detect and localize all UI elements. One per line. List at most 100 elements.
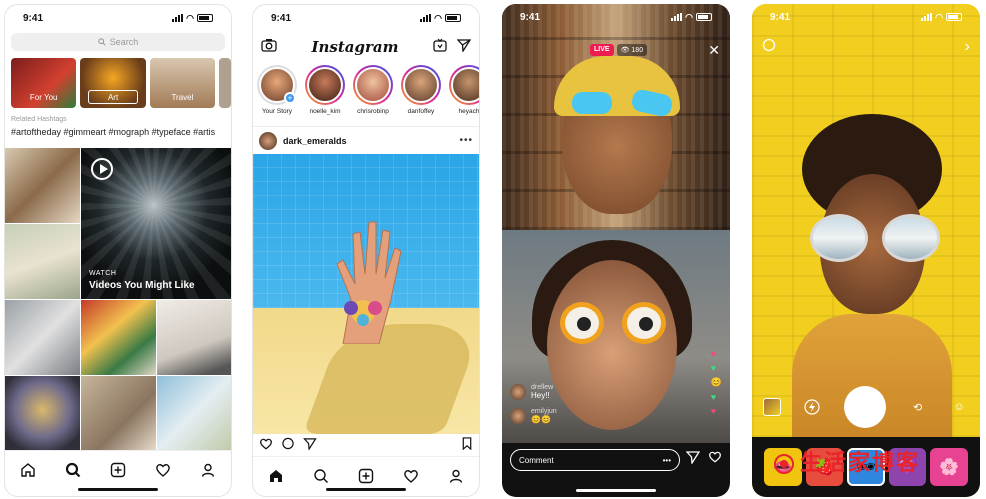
play-icon[interactable]	[91, 158, 113, 180]
grid-tile[interactable]	[157, 376, 231, 451]
more-options-icon[interactable]: •••	[663, 456, 671, 465]
settings-icon[interactable]	[762, 38, 776, 57]
wifi-icon: ◠	[434, 12, 442, 23]
grid-tile[interactable]	[5, 376, 80, 451]
status-time: 9:41	[23, 12, 44, 24]
face-filter-icon[interactable]: ☺	[949, 397, 969, 417]
story-your-story[interactable]: + Your Story	[257, 65, 297, 115]
story-item[interactable]: chrisrobinp	[353, 65, 393, 115]
grid-tile[interactable]	[5, 148, 80, 223]
post-username[interactable]: dark_emeralds	[283, 136, 453, 146]
gallery-thumbnail[interactable]	[762, 398, 781, 416]
instagram-logo: Instagram	[311, 38, 399, 56]
feed-header: Instagram	[253, 33, 479, 61]
signal-icon	[172, 14, 184, 22]
camera-icon[interactable]	[261, 38, 277, 57]
feed-screen: 9:41 ◠ Instagram + Your Story noelle_kim…	[252, 4, 480, 497]
category-more[interactable]	[219, 58, 231, 108]
heart-icon[interactable]	[708, 450, 722, 469]
status-time: 9:41	[770, 11, 791, 23]
explore-screen: 9:41 ◠ Search For You Art Travel Related…	[4, 4, 232, 497]
more-options-icon[interactable]: •••	[459, 135, 473, 146]
wifi-icon: ◠	[186, 12, 194, 23]
list-item: drellew Hey!!	[510, 384, 557, 400]
video-title: Videos You Might Like	[89, 280, 195, 291]
video-tile[interactable]: WATCH Videos You Might Like	[81, 148, 231, 299]
emoji-icon: 😊	[710, 377, 722, 387]
watermark: 生活家博客	[774, 445, 920, 477]
home-indicator	[326, 488, 406, 491]
search-input[interactable]: Search	[11, 33, 225, 51]
category-travel[interactable]: Travel	[149, 58, 216, 108]
bookmark-icon[interactable]	[461, 437, 473, 455]
watermark-logo-icon	[774, 454, 794, 475]
story-item[interactable]: noelle_kim	[305, 65, 345, 115]
avatar	[307, 67, 343, 103]
avatar	[510, 384, 526, 400]
comment-icon[interactable]	[281, 437, 295, 455]
story-item[interactable]: heyach	[449, 65, 479, 115]
share-icon[interactable]	[303, 437, 317, 455]
profile-icon[interactable]	[199, 461, 217, 479]
avatar	[403, 67, 439, 103]
signal-icon	[420, 14, 432, 22]
share-icon[interactable]	[685, 450, 701, 469]
heart-icon[interactable]	[402, 467, 420, 485]
grid-tile[interactable]	[81, 300, 156, 375]
grid-tile[interactable]	[157, 300, 231, 375]
filter-item[interactable]: 🌸	[930, 448, 969, 486]
profile-icon[interactable]	[447, 467, 465, 485]
stories-tray: + Your Story noelle_kim chrisrobinp danf…	[257, 65, 479, 115]
home-icon[interactable]	[267, 467, 285, 485]
shutter-button[interactable]	[843, 386, 886, 428]
direct-message-icon[interactable]	[456, 38, 472, 57]
story-item[interactable]: danfoffey	[401, 65, 441, 115]
signal-icon	[921, 13, 933, 21]
like-icon[interactable]	[259, 437, 273, 455]
category-for-you[interactable]: For You	[11, 58, 77, 108]
home-indicator	[78, 488, 158, 491]
status-bar: 9:41 ◠	[5, 5, 231, 31]
video-kicker: WATCH	[89, 270, 117, 277]
chevron-right-icon[interactable]: ›	[965, 38, 970, 57]
battery-icon	[696, 13, 712, 21]
heart-icon[interactable]	[154, 461, 172, 479]
avatar	[510, 408, 526, 424]
comment-input[interactable]: Comment •••	[510, 449, 680, 471]
camera-controls: ⟲ ☺	[752, 386, 980, 428]
wifi-icon: ◠	[685, 11, 693, 22]
flip-camera-icon[interactable]: ⟲	[908, 397, 928, 417]
avatar	[451, 67, 479, 103]
status-time: 9:41	[520, 11, 541, 23]
heart-icon: ♥	[710, 406, 717, 416]
grid-tile[interactable]	[5, 300, 80, 375]
battery-icon	[197, 14, 213, 22]
add-story-icon: +	[284, 92, 296, 104]
explore-grid: WATCH Videos You Might Like	[5, 148, 231, 452]
related-hashtags-label: Related Hashtags	[11, 116, 67, 123]
live-badge: LIVE 👁 180	[590, 44, 648, 56]
home-indicator	[576, 489, 656, 492]
search-icon	[98, 38, 106, 46]
hand-illustration	[336, 221, 402, 344]
igtv-icon[interactable]	[433, 38, 447, 57]
add-icon[interactable]	[109, 461, 127, 479]
hashtag-list[interactable]: #artoftheday #gimmeart #mograph #typefac…	[11, 127, 231, 137]
battery-icon	[445, 14, 461, 22]
post-image[interactable]	[253, 154, 479, 434]
grid-tile[interactable]	[81, 376, 156, 451]
heart-icon: ♥	[710, 363, 717, 373]
grid-tile[interactable]	[5, 224, 80, 299]
avatar[interactable]	[259, 131, 277, 150]
floating-hearts: ♥ ♥ 😊 ♥ ♥	[711, 349, 722, 416]
search-icon[interactable]	[312, 467, 330, 485]
status-bar: 9:41 ◠	[253, 5, 479, 31]
add-icon[interactable]	[357, 467, 375, 485]
category-art[interactable]: Art	[80, 58, 146, 108]
search-icon[interactable]	[64, 461, 82, 479]
close-icon[interactable]: ✕	[708, 42, 720, 59]
wifi-icon: ◠	[935, 11, 943, 22]
flash-icon[interactable]	[802, 397, 822, 417]
viewer-count: 👁 180	[616, 44, 648, 56]
home-icon[interactable]	[19, 461, 37, 479]
